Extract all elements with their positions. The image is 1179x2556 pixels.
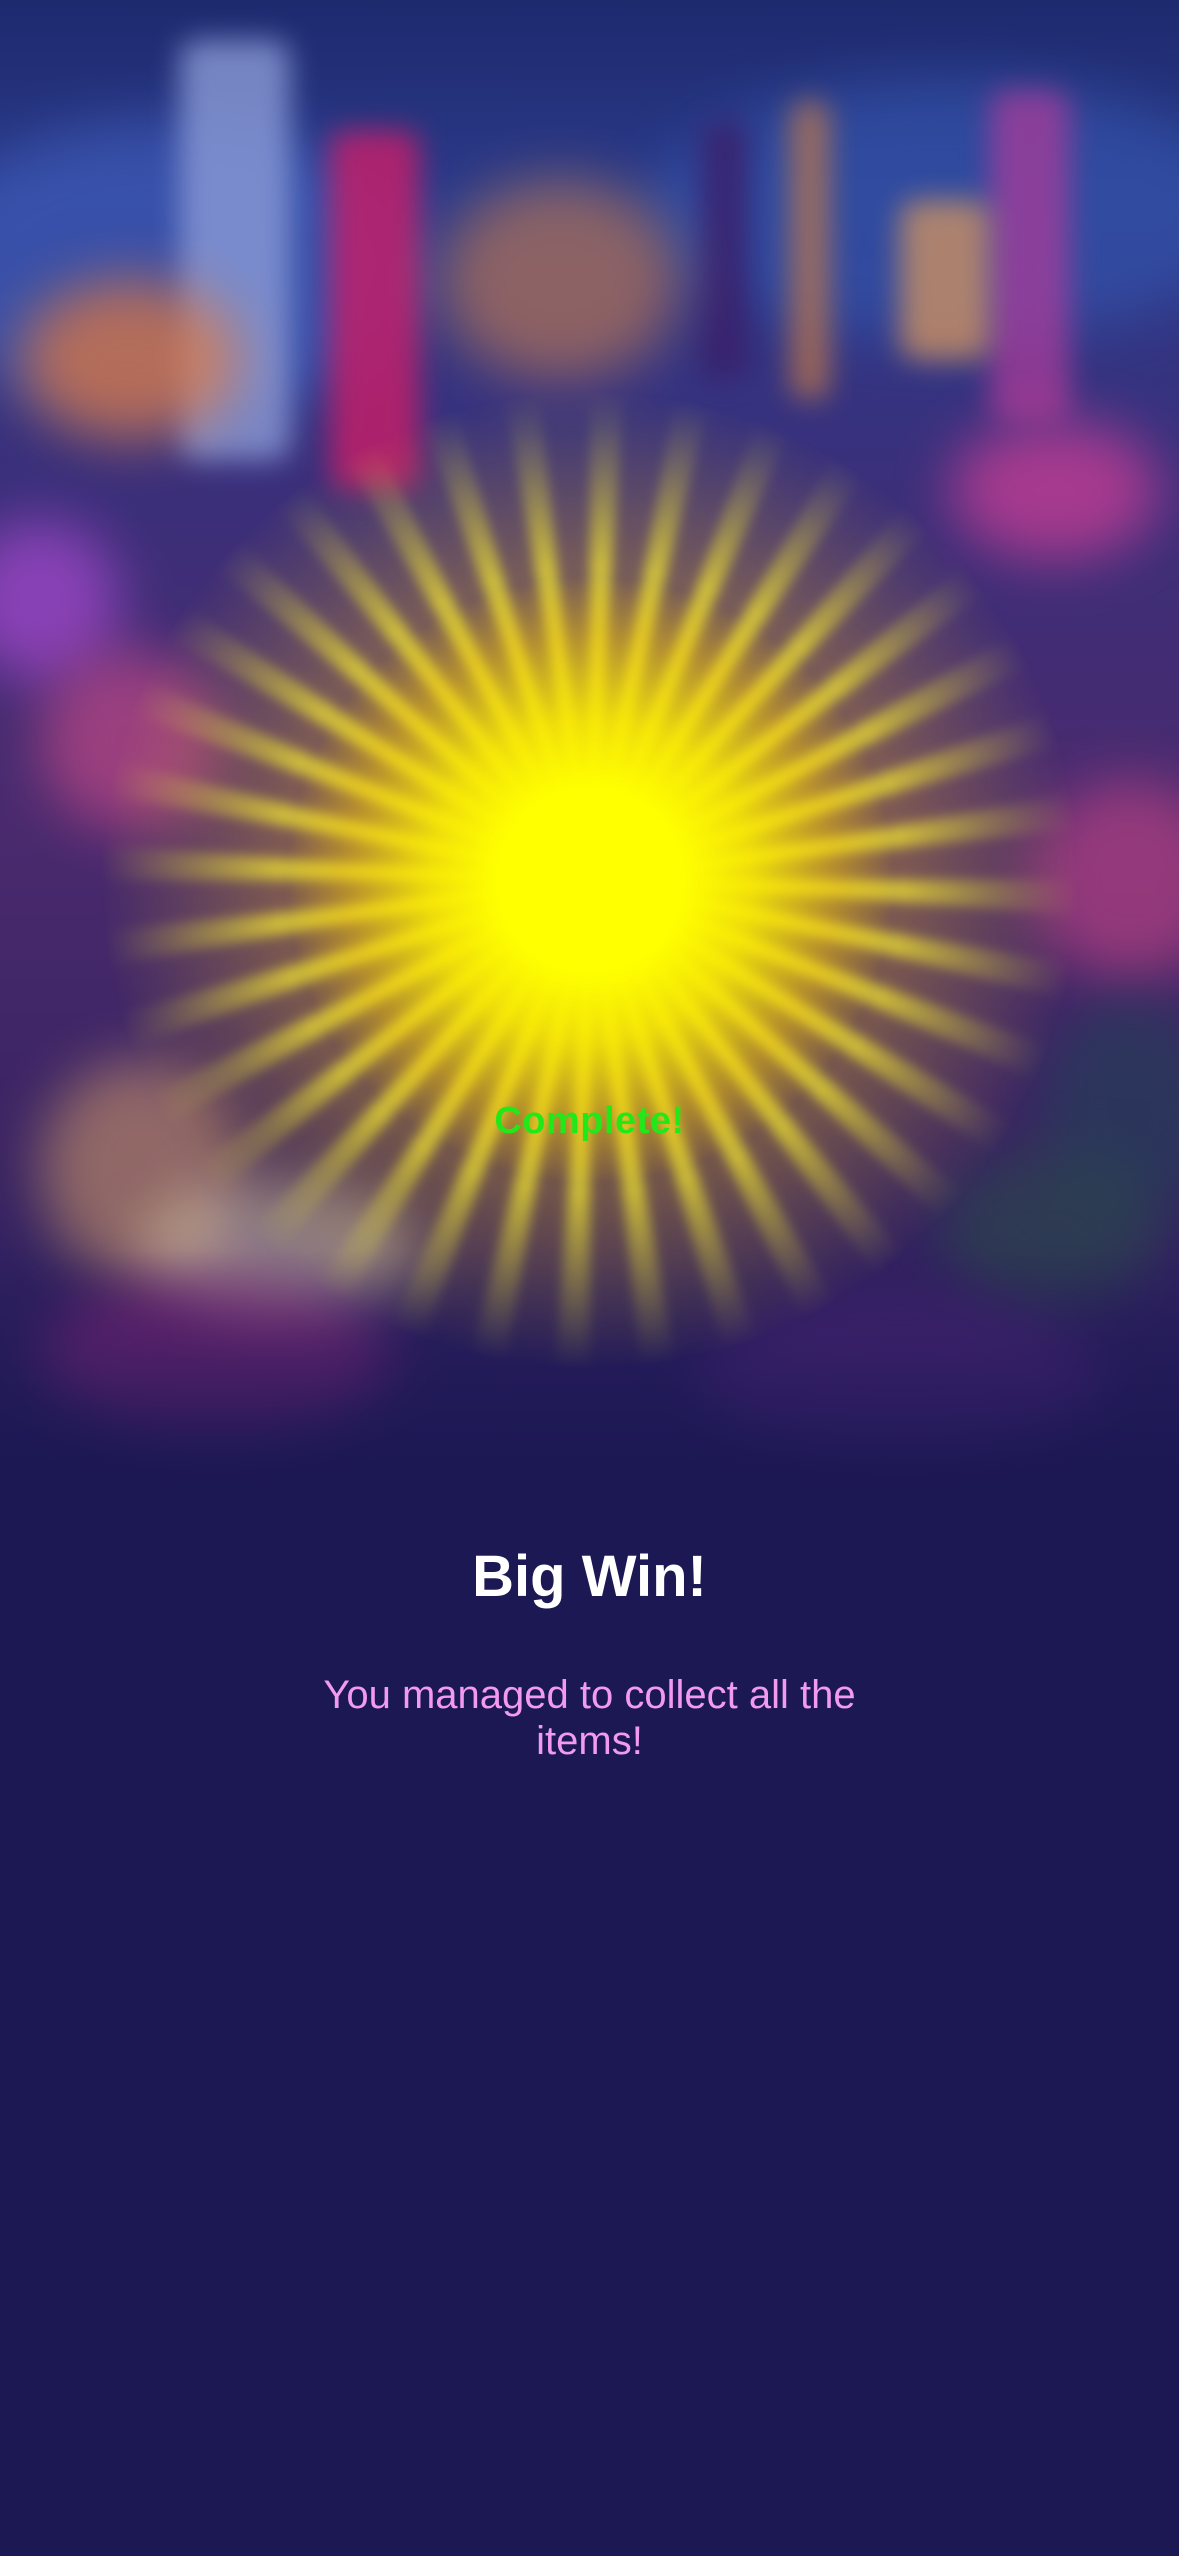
- win-title: Big Win!: [472, 1544, 707, 1609]
- win-message: You managed to collect all the items!: [323, 1673, 856, 1763]
- sunburst-glow: [290, 580, 890, 1180]
- win-screen: Complete! Big Win! You managed to collec…: [0, 0, 1179, 2556]
- status-label: Complete!: [494, 1100, 685, 1142]
